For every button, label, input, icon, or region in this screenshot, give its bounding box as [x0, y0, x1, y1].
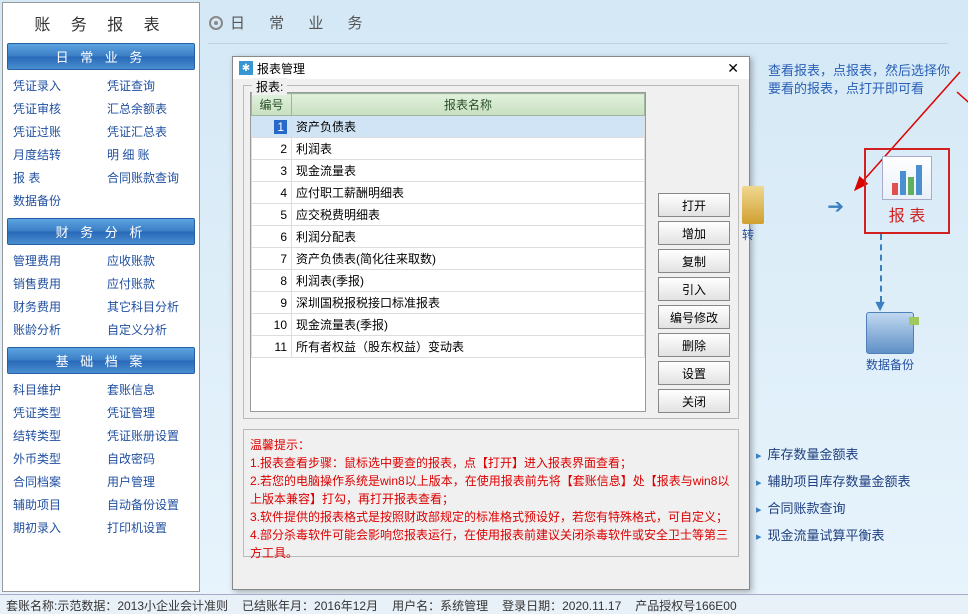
section-header[interactable]: 日 常 业 务 — [7, 43, 195, 70]
nav-link[interactable]: 自定义分析 — [101, 318, 195, 341]
report-icon-box[interactable]: 报 表 — [864, 148, 950, 234]
nav-link[interactable]: 汇总余额表 — [101, 97, 195, 120]
quick-link[interactable]: 辅助项目库存数量金额表 — [756, 467, 956, 494]
nav-link[interactable]: 凭证录入 — [7, 74, 101, 97]
status-bar: 套账名称:示范数据：2013小企业会计准则 已结账年月：2016年12月 用户名… — [0, 594, 968, 614]
nav-link[interactable]: 辅助项目 — [7, 493, 101, 516]
nav-link[interactable]: 科目维护 — [7, 378, 101, 401]
dialog-button-编号修改[interactable]: 编号修改 — [658, 305, 730, 329]
nav-link[interactable]: 账龄分析 — [7, 318, 101, 341]
table-row[interactable]: 3现金流量表 — [252, 160, 645, 182]
main-section-header: 日 常 业 务 — [208, 8, 968, 43]
nav-link[interactable]: 合同档案 — [7, 470, 101, 493]
quick-links: 库存数量金额表辅助项目库存数量金额表合同账款查询现金流量试算平衡表 — [756, 440, 956, 548]
quick-link[interactable]: 合同账款查询 — [756, 494, 956, 521]
panel-title: 账 务 报 表 — [7, 7, 195, 43]
nav-link[interactable]: 凭证查询 — [101, 74, 195, 97]
quick-link[interactable]: 现金流量试算平衡表 — [756, 521, 956, 548]
dialog-title: 报表管理 — [257, 60, 305, 77]
gear-icon — [208, 15, 224, 31]
nav-link[interactable]: 用户管理 — [101, 470, 195, 493]
left-panel: 账 务 报 表 日 常 业 务凭证录入凭证查询凭证审核汇总余额表凭证过账凭证汇总… — [2, 2, 200, 592]
table-row[interactable]: 6利润分配表 — [252, 226, 645, 248]
dialog-button-复制[interactable]: 复制 — [658, 249, 730, 273]
nav-link[interactable]: 合同账款查询 — [101, 166, 195, 189]
table-row[interactable]: 11所有者权益（股东权益）变动表 — [252, 336, 645, 358]
table-row[interactable]: 4应付职工薪酬明细表 — [252, 182, 645, 204]
dialog-button-关闭[interactable]: 关闭 — [658, 389, 730, 413]
app-icon: ✱ — [239, 61, 253, 75]
table-row[interactable]: 7资产负债表(简化往来取数) — [252, 248, 645, 270]
table-row[interactable]: 10现金流量表(季报) — [252, 314, 645, 336]
nav-link[interactable]: 自改密码 — [101, 447, 195, 470]
nav-link[interactable]: 管理费用 — [7, 249, 101, 272]
nav-link[interactable]: 结转类型 — [7, 424, 101, 447]
section-header[interactable]: 财 务 分 析 — [7, 218, 195, 245]
backup-icon — [866, 312, 914, 354]
nav-link — [101, 189, 195, 212]
flow-arrow-right-icon: ➔ — [827, 194, 844, 219]
nav-link[interactable]: 月度结转 — [7, 143, 101, 166]
table-row[interactable]: 9深圳国税报税接口标准报表 — [252, 292, 645, 314]
nav-link[interactable]: 应付账款 — [101, 272, 195, 295]
chart-icon — [882, 156, 932, 200]
status-login: 登录日期：2020.11.17 — [502, 597, 621, 612]
close-icon[interactable]: ✕ — [723, 60, 743, 77]
flow-arrow-down-icon — [880, 234, 882, 302]
table-row[interactable]: 2利润表 — [252, 138, 645, 160]
dialog-button-打开[interactable]: 打开 — [658, 193, 730, 217]
transfer-icon[interactable]: 转 — [742, 186, 766, 243]
nav-link[interactable]: 应收账款 — [101, 249, 195, 272]
tips-box: 温馨提示： 1.报表查看步骤：鼠标选中要查的报表，点【打开】进入报表界面查看；2… — [243, 429, 739, 557]
nav-link[interactable]: 凭证管理 — [101, 401, 195, 424]
nav-link[interactable]: 打印机设置 — [101, 516, 195, 539]
dialog-button-设置[interactable]: 设置 — [658, 361, 730, 385]
nav-link[interactable]: 报 表 — [7, 166, 101, 189]
table-row[interactable]: 1资产负债表 — [252, 116, 645, 138]
callout-text: 查看报表，点报表，然后选择你要看的报表，点打开即可看 — [768, 62, 958, 98]
nav-link[interactable]: 外币类型 — [7, 447, 101, 470]
nav-link[interactable]: 套账信息 — [101, 378, 195, 401]
col-num[interactable]: 编号 — [252, 94, 292, 116]
main-area: 日 常 业 务 ✱ 报表管理 ✕ 报表: 编号 报表名称 — [200, 0, 968, 594]
dialog-button-增加[interactable]: 增加 — [658, 221, 730, 245]
nav-link[interactable]: 明 细 账 — [101, 143, 195, 166]
quick-link[interactable]: 库存数量金额表 — [756, 440, 956, 467]
nav-link[interactable]: 期初录入 — [7, 516, 101, 539]
nav-link[interactable]: 销售费用 — [7, 272, 101, 295]
status-period: 已结账年月：2016年12月 — [242, 597, 378, 612]
nav-link[interactable]: 自动备份设置 — [101, 493, 195, 516]
dialog-button-引入[interactable]: 引入 — [658, 277, 730, 301]
section-header[interactable]: 基 础 档 案 — [7, 347, 195, 374]
report-dialog: ✱ 报表管理 ✕ 报表: 编号 报表名称 1资产负债表2利润表3现金流量表4应付… — [232, 56, 750, 590]
col-name[interactable]: 报表名称 — [292, 94, 645, 116]
backup-icon-box[interactable]: 数据备份 — [866, 312, 914, 373]
nav-link[interactable]: 凭证过账 — [7, 120, 101, 143]
nav-link[interactable]: 凭证汇总表 — [101, 120, 195, 143]
dialog-titlebar: ✱ 报表管理 ✕ — [233, 57, 749, 79]
nav-link[interactable]: 数据备份 — [7, 189, 101, 212]
nav-link[interactable]: 财务费用 — [7, 295, 101, 318]
status-user: 用户名：系统管理 — [392, 597, 488, 612]
nav-link[interactable]: 凭证类型 — [7, 401, 101, 424]
status-acct: 套账名称:示范数据：2013小企业会计准则 — [6, 597, 228, 612]
status-auth: 产品授权号166E00 — [635, 597, 736, 612]
table-row[interactable]: 8利润表(季报) — [252, 270, 645, 292]
nav-link[interactable]: 凭证审核 — [7, 97, 101, 120]
dialog-button-删除[interactable]: 删除 — [658, 333, 730, 357]
nav-link[interactable]: 其它科目分析 — [101, 295, 195, 318]
report-table[interactable]: 编号 报表名称 1资产负债表2利润表3现金流量表4应付职工薪酬明细表5应交税费明… — [250, 92, 646, 412]
nav-link[interactable]: 凭证账册设置 — [101, 424, 195, 447]
table-row[interactable]: 5应交税费明细表 — [252, 204, 645, 226]
